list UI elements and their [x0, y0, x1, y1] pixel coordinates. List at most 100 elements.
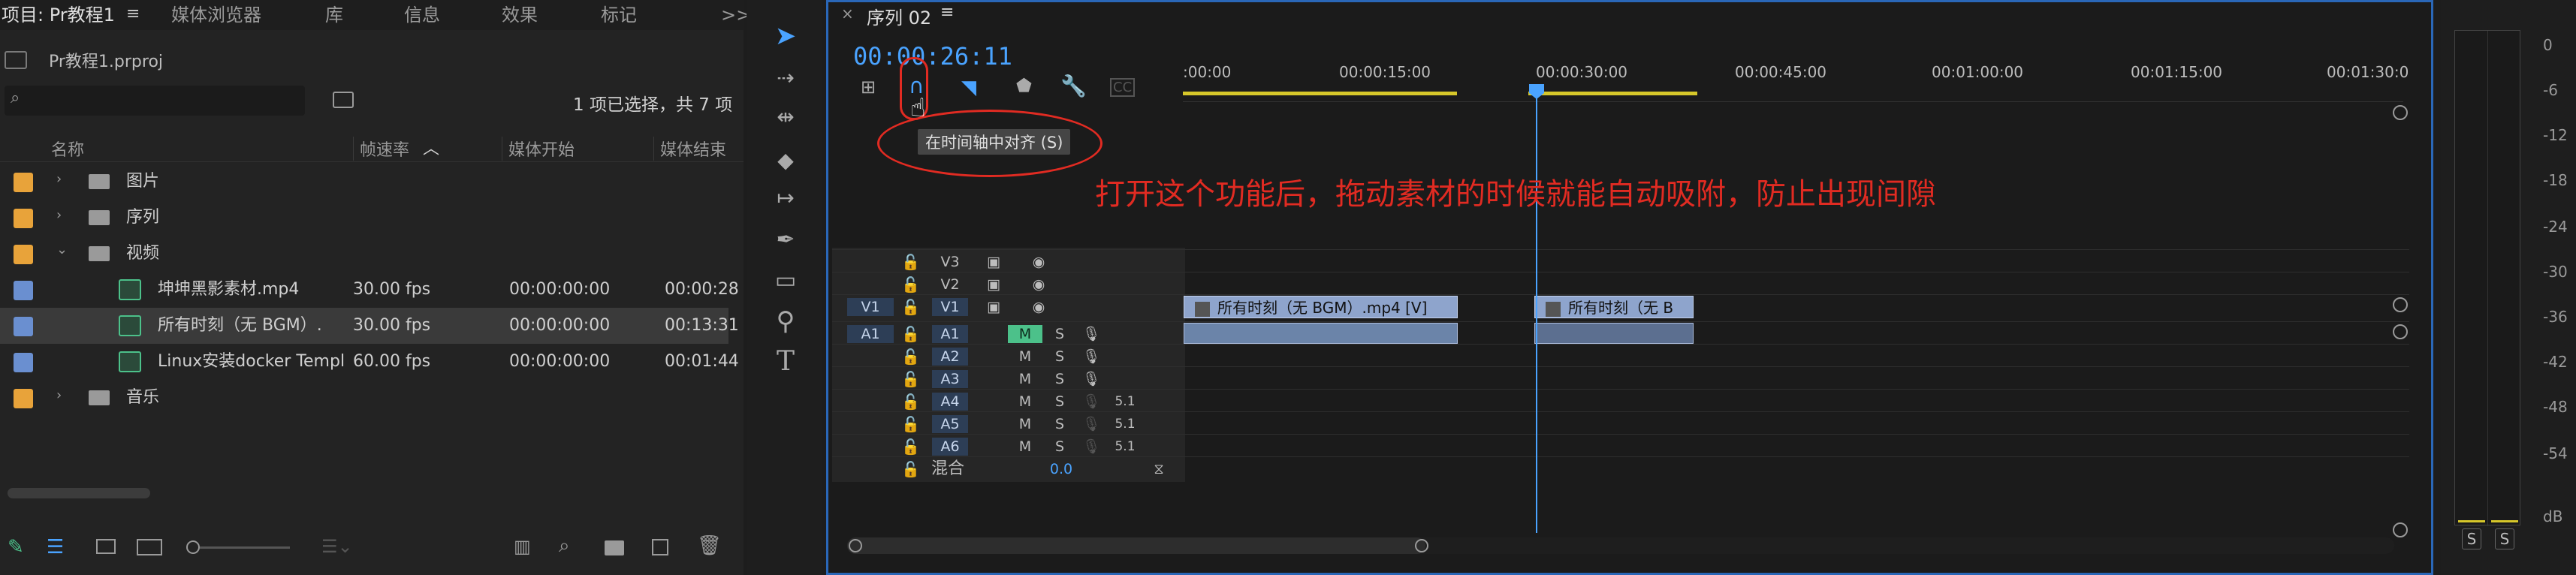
- mute-button[interactable]: M: [1012, 393, 1038, 411]
- column-name[interactable]: 名称: [51, 137, 84, 161]
- lock-icon[interactable]: 🔓: [901, 253, 920, 271]
- tab-effects[interactable]: 效果: [502, 0, 538, 30]
- source-patch-v1[interactable]: V1: [847, 298, 894, 316]
- chevron-down-icon[interactable]: ⌄: [56, 242, 68, 257]
- sort-icon[interactable]: ☰⌄: [321, 536, 353, 557]
- solo-right-button[interactable]: S: [2495, 528, 2514, 549]
- lock-icon[interactable]: 🔓: [901, 438, 920, 456]
- microphone-icon[interactable]: 🎙: [1080, 393, 1102, 411]
- mix-volume[interactable]: 0.0: [1042, 460, 1080, 478]
- list-item[interactable]: › 音乐: [0, 380, 728, 416]
- playhead-timecode[interactable]: 00:00:26:11: [853, 42, 1012, 71]
- track-label[interactable]: A4: [932, 393, 968, 411]
- zoom-slider-handle[interactable]: [186, 540, 200, 554]
- column-media-end[interactable]: 媒体结束: [653, 137, 726, 161]
- add-marker-icon[interactable]: ⬟: [1016, 75, 1032, 96]
- audio-scroll-bottom-handle[interactable]: [2393, 522, 2408, 537]
- razor-tool-icon[interactable]: ◆: [768, 143, 804, 179]
- timeline-scrollbar-thumb[interactable]: [847, 537, 1425, 554]
- automate-to-sequence-icon[interactable]: ▥: [514, 536, 531, 557]
- rectangle-tool-icon[interactable]: ▭: [768, 263, 804, 299]
- tab-project[interactable]: 项目: Pr教程1: [2, 0, 115, 30]
- mute-button[interactable]: M: [1012, 348, 1038, 366]
- eye-icon[interactable]: ◉: [1027, 253, 1050, 271]
- lock-icon[interactable]: 🔓: [901, 460, 920, 478]
- pencil-icon[interactable]: ✎: [8, 536, 24, 558]
- lock-icon[interactable]: 🔓: [901, 348, 920, 366]
- column-media-start[interactable]: 媒体开始: [502, 137, 575, 161]
- track-label[interactable]: A1: [932, 325, 968, 343]
- source-patch-a1[interactable]: A1: [847, 325, 894, 343]
- solo-button[interactable]: S: [1050, 370, 1069, 388]
- video-scroll-bottom-handle[interactable]: [2393, 297, 2408, 312]
- zoom-tool-icon[interactable]: ⚲: [768, 303, 804, 339]
- video-clip[interactable]: 所有时刻（无 BGM）.mp4 [V]: [1184, 296, 1458, 318]
- linked-selection-icon[interactable]: ◥: [961, 77, 976, 99]
- microphone-icon[interactable]: 🎙: [1080, 415, 1102, 433]
- list-item[interactable]: ⌄ 视频: [0, 236, 728, 272]
- microphone-icon[interactable]: 🎙: [1080, 325, 1102, 343]
- tab-info[interactable]: 信息: [404, 0, 440, 30]
- solo-button[interactable]: S: [1050, 348, 1069, 366]
- captions-icon[interactable]: CC: [1110, 78, 1136, 97]
- new-item-icon[interactable]: [652, 539, 668, 555]
- lock-icon[interactable]: 🔓: [901, 298, 920, 316]
- solo-button[interactable]: S: [1050, 393, 1069, 411]
- scrollbar-left-handle[interactable]: [849, 539, 862, 552]
- chevron-right-icon[interactable]: ›: [56, 387, 62, 403]
- project-scrollbar[interactable]: [8, 488, 150, 498]
- new-bin-icon[interactable]: [605, 540, 624, 555]
- find-icon[interactable]: ⌕: [559, 534, 570, 558]
- track-label[interactable]: A3: [932, 370, 968, 388]
- mute-button[interactable]: M: [1012, 370, 1038, 388]
- chevron-right-icon[interactable]: ›: [56, 171, 62, 187]
- track-label[interactable]: V1: [932, 298, 968, 316]
- sequence-tab[interactable]: 序列 02: [867, 3, 931, 29]
- audio-scroll-top-handle[interactable]: [2393, 324, 2408, 339]
- pen-tool-icon[interactable]: ✒: [768, 222, 804, 258]
- list-item-selected[interactable]: 所有时刻（无 BGM）. 30.00 fps 00:00:00:00 00:13…: [0, 308, 739, 344]
- search-input[interactable]: ⌕: [5, 86, 305, 116]
- lock-icon[interactable]: 🔓: [901, 275, 920, 294]
- tab-media-browser[interactable]: 媒体浏览器: [171, 0, 261, 30]
- sync-lock-icon[interactable]: ▣: [982, 298, 1005, 316]
- trash-icon[interactable]: 🗑: [697, 534, 722, 557]
- solo-button[interactable]: S: [1050, 438, 1069, 456]
- eye-icon[interactable]: ◉: [1027, 275, 1050, 294]
- selection-tool-icon[interactable]: ➤: [768, 18, 804, 54]
- solo-button[interactable]: S: [1050, 415, 1069, 433]
- icon-view-icon[interactable]: [96, 539, 116, 554]
- list-item[interactable]: › 图片: [0, 164, 728, 200]
- track-select-tool-icon[interactable]: ⇢: [768, 60, 804, 96]
- lock-icon[interactable]: 🔓: [901, 393, 920, 411]
- zoom-slider-track[interactable]: [200, 546, 290, 549]
- microphone-icon[interactable]: 🎙: [1080, 438, 1102, 456]
- audio-clip[interactable]: [1184, 323, 1458, 344]
- list-item[interactable]: › 序列: [0, 200, 728, 236]
- mute-button[interactable]: M: [1012, 415, 1038, 433]
- chevron-right-icon[interactable]: ›: [56, 207, 62, 223]
- type-tool-icon[interactable]: T: [768, 344, 804, 380]
- track-label[interactable]: A6: [932, 438, 968, 456]
- video-clip[interactable]: 所有时刻（无 B: [1534, 296, 1694, 318]
- mute-button[interactable]: M: [1008, 325, 1042, 343]
- panel-menu-icon[interactable]: ≡: [940, 3, 954, 22]
- microphone-icon[interactable]: 🎙: [1080, 370, 1102, 388]
- scrollbar-right-handle[interactable]: [1415, 539, 1428, 552]
- mute-button[interactable]: M: [1012, 438, 1038, 456]
- solo-button[interactable]: S: [1050, 325, 1069, 343]
- ripple-edit-tool-icon[interactable]: ⇹: [768, 99, 804, 135]
- column-frame-rate[interactable]: 帧速率: [353, 137, 409, 161]
- nest-icon[interactable]: ⊞: [861, 77, 876, 98]
- video-scroll-top-handle[interactable]: [2393, 105, 2408, 120]
- sync-lock-icon[interactable]: ▣: [982, 253, 1005, 271]
- tab-libraries[interactable]: 库: [325, 0, 343, 30]
- track-label[interactable]: A5: [932, 415, 968, 433]
- list-view-icon[interactable]: ☰: [47, 536, 64, 558]
- list-item[interactable]: 坤坤黑影素材.mp4 30.00 fps 00:00:00:00 00:00:2…: [0, 272, 739, 308]
- freeform-view-icon[interactable]: [137, 539, 162, 555]
- slip-tool-icon[interactable]: ↦: [768, 180, 804, 216]
- new-search-bin-icon[interactable]: [333, 92, 354, 108]
- lock-icon[interactable]: 🔓: [901, 370, 920, 388]
- time-ruler[interactable]: :00:00 00:00:15:00 00:00:30:00 00:00:45:…: [1183, 60, 2409, 102]
